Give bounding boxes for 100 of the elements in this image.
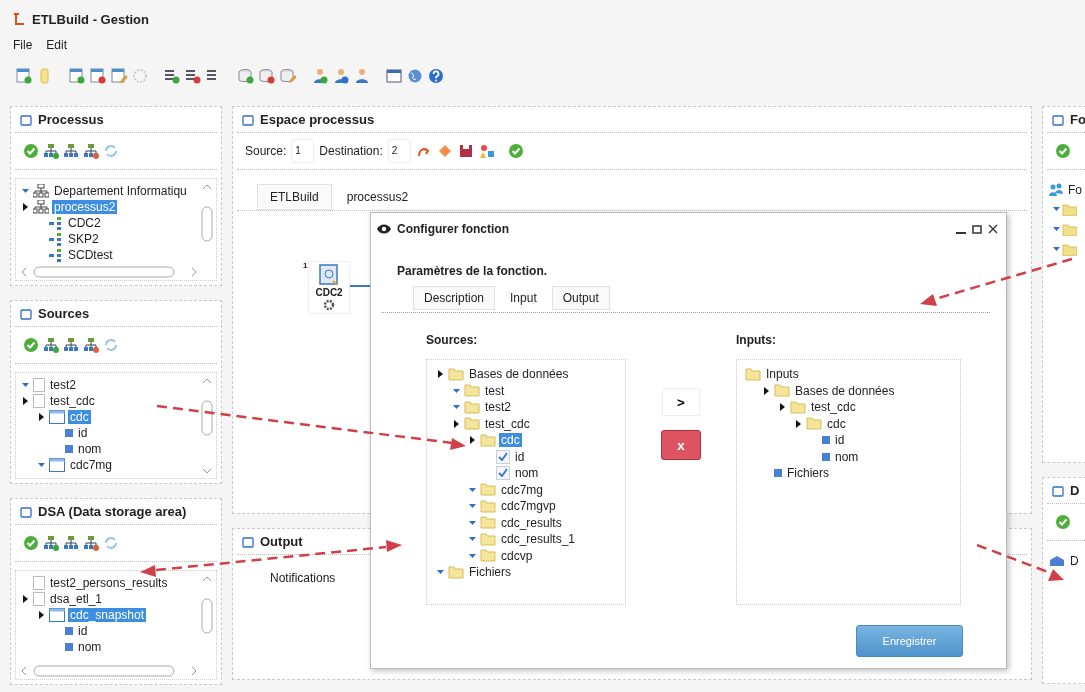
- process-node[interactable]: CDC2: [308, 261, 350, 314]
- tree-item[interactable]: cdc7mgvp: [499, 499, 558, 514]
- collapse-arrow-icon[interactable]: [452, 388, 460, 393]
- hierarchy-remove-icon[interactable]: [83, 337, 99, 353]
- database-remove-icon[interactable]: [259, 68, 275, 84]
- expand-arrow-icon[interactable]: [437, 370, 443, 379]
- collapse-arrow-icon[interactable]: [37, 463, 45, 467]
- collapse-arrow-icon[interactable]: [468, 487, 476, 492]
- check-icon[interactable]: [23, 337, 39, 353]
- tree-item[interactable]: Fo: [1066, 183, 1084, 197]
- shapes-icon[interactable]: [478, 143, 495, 159]
- collapse-arrow-icon[interactable]: [21, 189, 29, 193]
- tree-item[interactable]: cdcvp: [499, 548, 535, 563]
- tree-item[interactable]: Inputs: [764, 367, 801, 382]
- check-icon[interactable]: [1055, 514, 1071, 530]
- tab[interactable]: Description: [413, 286, 496, 310]
- collapse-arrow-icon[interactable]: [468, 520, 476, 525]
- tree-item[interactable]: test2: [483, 400, 513, 415]
- tree-item[interactable]: cdc: [825, 416, 848, 431]
- collapse-arrow-icon[interactable]: [468, 537, 476, 542]
- window-icon[interactable]: [386, 68, 402, 84]
- database-edit-icon[interactable]: [280, 68, 296, 84]
- check-icon[interactable]: [1055, 143, 1071, 159]
- globe-icon[interactable]: [407, 68, 423, 84]
- collapse-arrow-icon[interactable]: [468, 504, 476, 509]
- expand-arrow-icon[interactable]: [22, 203, 28, 211]
- document-add-icon[interactable]: [16, 68, 32, 84]
- tree-item[interactable]: Bases de données: [793, 383, 897, 398]
- tree-item[interactable]: nom: [76, 640, 104, 654]
- expand-arrow-icon[interactable]: [453, 419, 459, 428]
- tree-item[interactable]: SKP2: [66, 232, 101, 246]
- user-icon[interactable]: [333, 68, 349, 84]
- checkbox[interactable]: [496, 466, 510, 481]
- collapse-arrow-icon[interactable]: [21, 383, 29, 387]
- tree-item[interactable]: test: [483, 383, 507, 398]
- tree-item[interactable]: nom: [513, 466, 541, 481]
- tab[interactable]: Output: [551, 286, 610, 310]
- menu-item[interactable]: File: [12, 38, 34, 52]
- check-icon[interactable]: [507, 143, 524, 159]
- close-icon[interactable]: [988, 224, 998, 234]
- expand-arrow-icon[interactable]: [38, 413, 44, 421]
- tree-item[interactable]: test_cdc: [483, 416, 532, 431]
- help-icon[interactable]: [428, 68, 444, 84]
- list-add-icon[interactable]: [164, 68, 180, 84]
- scrollbar[interactable]: [200, 377, 214, 476]
- tree-item[interactable]: Fichiers: [785, 466, 831, 481]
- menu-item[interactable]: Edit: [45, 38, 69, 52]
- maximize-icon[interactable]: [972, 224, 982, 234]
- add-button[interactable]: >: [662, 388, 700, 416]
- tree-item[interactable]: id: [76, 426, 90, 440]
- expand-arrow-icon[interactable]: [22, 397, 28, 405]
- check-icon[interactable]: [23, 535, 39, 551]
- user-icon[interactable]: [354, 68, 370, 84]
- expand-arrow-icon[interactable]: [779, 403, 785, 412]
- tree-item[interactable]: dsa_etl_1: [48, 592, 105, 606]
- tree-item[interactable]: cdc7mg: [68, 458, 115, 472]
- tree-item[interactable]: id: [833, 433, 847, 448]
- hierarchy-icon[interactable]: [63, 143, 79, 159]
- expand-arrow-icon[interactable]: [22, 595, 28, 603]
- hierarchy-add-icon[interactable]: [43, 535, 59, 551]
- database-add-icon[interactable]: [238, 68, 254, 84]
- tree-item[interactable]: id: [76, 624, 90, 638]
- document-edit-icon[interactable]: [111, 68, 127, 84]
- hierarchy-add-icon[interactable]: [43, 337, 59, 353]
- tree-item[interactable]: test2: [48, 378, 78, 392]
- tree-item[interactable]: cdc_results: [499, 515, 564, 530]
- list-remove-icon[interactable]: [185, 68, 201, 84]
- destination-field[interactable]: 2: [387, 139, 411, 163]
- collapse-arrow-icon[interactable]: [452, 405, 460, 410]
- checkbox[interactable]: [496, 449, 510, 464]
- hierarchy-remove-icon[interactable]: [83, 143, 99, 159]
- expand-arrow-icon[interactable]: [763, 386, 769, 395]
- expand-arrow-icon[interactable]: [469, 436, 475, 445]
- check-icon[interactable]: [23, 143, 39, 159]
- tree-item[interactable]: test_cdc: [809, 400, 858, 415]
- hierarchy-icon[interactable]: [63, 337, 79, 353]
- gear-icon[interactable]: [323, 299, 336, 311]
- tree-item[interactable]: id: [513, 449, 527, 464]
- tree-item[interactable]: nom: [833, 449, 861, 464]
- hierarchy-remove-icon[interactable]: [83, 535, 99, 551]
- source-field[interactable]: 1: [291, 139, 315, 163]
- collapse-arrow-icon[interactable]: [436, 570, 444, 575]
- tree-item[interactable]: D: [1068, 554, 1081, 568]
- document-remove-icon[interactable]: [90, 68, 106, 84]
- tree-item[interactable]: Bases de données: [467, 367, 571, 382]
- tree-item[interactable]: Fichiers: [467, 565, 513, 580]
- tree-item[interactable]: CDC2: [66, 216, 103, 230]
- tree-item[interactable]: test2_persons_results: [48, 576, 170, 590]
- tree-item[interactable]: cdc7mg: [499, 482, 546, 497]
- document-add-icon[interactable]: [69, 68, 85, 84]
- tree-item[interactable]: SCDtest: [66, 248, 115, 262]
- hierarchy-add-icon[interactable]: [43, 143, 59, 159]
- tab[interactable]: ETLBuild: [257, 184, 332, 210]
- tree-item[interactable]: test_cdc: [48, 394, 97, 408]
- expand-arrow-icon[interactable]: [38, 611, 44, 619]
- collapse-arrow-icon[interactable]: [468, 553, 476, 558]
- tree-item[interactable]: nom: [76, 442, 104, 456]
- user-add-icon[interactable]: [312, 68, 328, 84]
- hierarchy-icon[interactable]: [63, 535, 79, 551]
- tree-item[interactable]: Departement Informatiqu: [52, 184, 189, 198]
